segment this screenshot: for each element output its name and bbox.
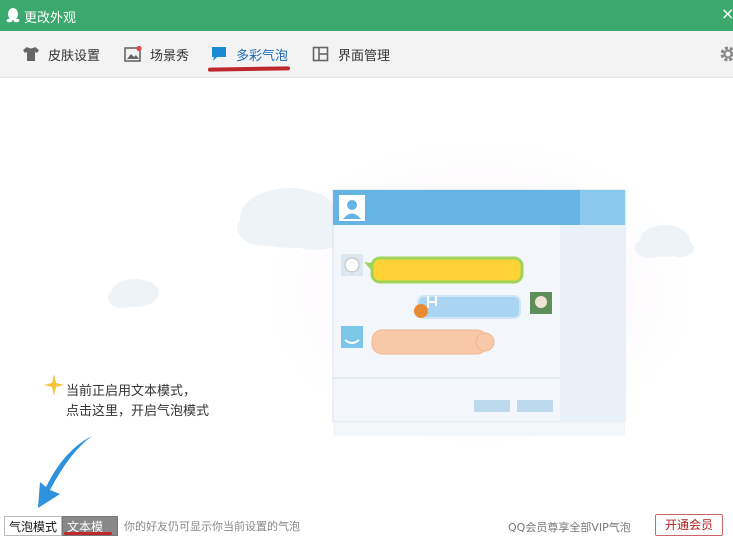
tab-bar: 皮肤设置 场景秀 多彩气泡 界面管理 — [0, 31, 733, 78]
shirt-icon — [23, 47, 39, 61]
text-mode-annotation-underline — [64, 532, 112, 535]
bubble-mode-button[interactable]: 气泡模式 — [4, 516, 62, 536]
tab-label: 场景秀 — [150, 48, 190, 64]
picture-icon — [124, 46, 142, 62]
friend-display-note: 你的好友仍可显示你当前设置的气泡 — [124, 520, 300, 533]
pointer-arrow-icon — [38, 436, 92, 508]
tab-skin-settings[interactable]: 皮肤设置 — [22, 43, 100, 65]
title-bar: 更改外观 × — [0, 0, 733, 31]
window-title: 更改外观 — [24, 11, 77, 26]
qq-penguin-icon — [6, 8, 20, 23]
layout-icon — [312, 46, 329, 62]
chat-window-mock — [332, 189, 626, 436]
chat-bubble-icon — [212, 47, 226, 61]
mode-hint[interactable]: 当前正启用文本模式， 点击这里，开启气泡模式 — [66, 382, 209, 422]
tab-label: 皮肤设置 — [48, 48, 101, 64]
tab-label: 界面管理 — [338, 48, 391, 64]
bubble-preview-area: 当前正启用文本模式， 点击这里，开启气泡模式 — [0, 78, 733, 510]
hint-line-1: 当前正启用文本模式， — [66, 384, 197, 399]
chat-preview-illustration — [108, 128, 710, 458]
tab-label: 多彩气泡 — [236, 48, 289, 64]
tab-colorful-bubbles[interactable]: 多彩气泡 — [210, 43, 288, 65]
close-icon[interactable]: × — [721, 5, 733, 23]
sparkle-icon — [44, 374, 64, 396]
tab-scene-show[interactable]: 场景秀 — [124, 43, 189, 65]
gear-icon[interactable] — [719, 45, 733, 63]
open-vip-button[interactable]: 开通会员 — [655, 514, 723, 536]
vip-bubble-note: QQ会员尊享全部VIP气泡 — [508, 521, 631, 534]
hint-line-2: 点击这里，开启气泡模式 — [66, 404, 210, 419]
tab-interface-management[interactable]: 界面管理 — [312, 43, 390, 65]
